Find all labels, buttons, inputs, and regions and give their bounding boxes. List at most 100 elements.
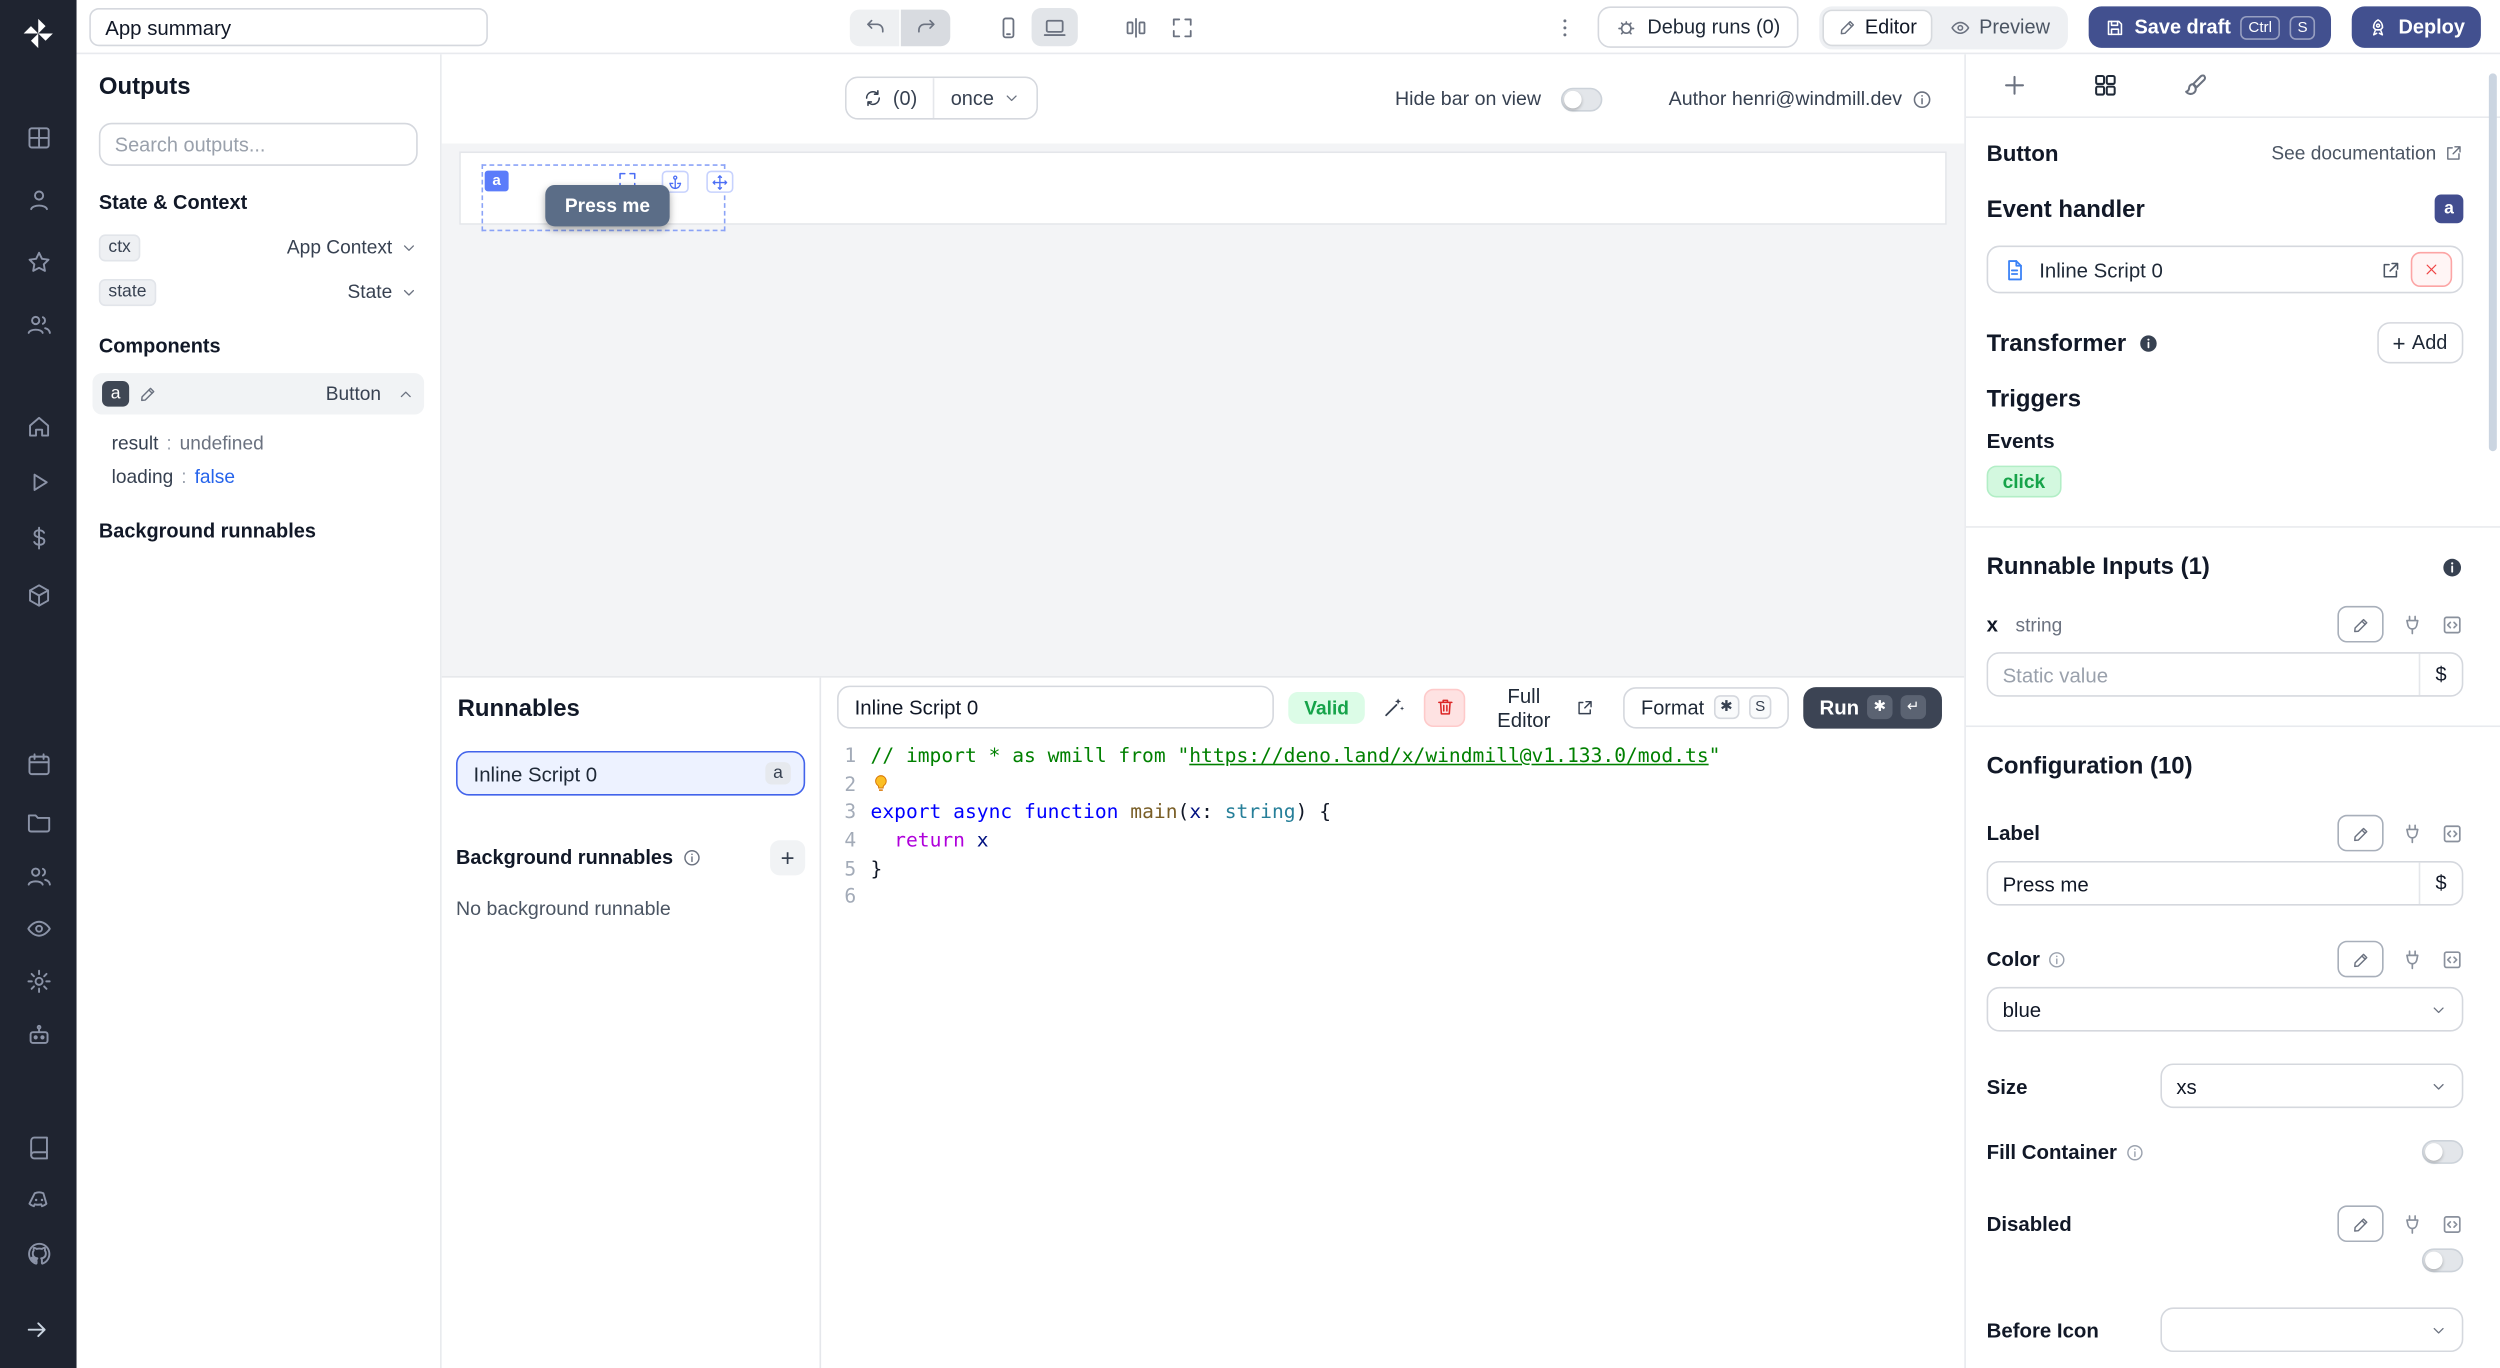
- format-label: Format: [1641, 696, 1704, 718]
- chevron-down-icon[interactable]: [400, 238, 418, 256]
- rename-component-icon[interactable]: [139, 384, 158, 403]
- event-script-card[interactable]: Inline Script 0: [1987, 246, 2464, 294]
- runnable-item-inline-script-0[interactable]: Inline Script 0 a: [456, 751, 805, 796]
- format-button[interactable]: Format ✱ S: [1623, 686, 1789, 727]
- workspace-groups-icon[interactable]: [24, 861, 53, 890]
- chevron-up-icon[interactable]: [397, 385, 415, 403]
- pen-icon: [2351, 824, 2370, 843]
- external-link-icon: [2444, 143, 2463, 162]
- discord-icon[interactable]: [24, 1185, 53, 1214]
- static-value-input[interactable]: [1988, 654, 2418, 695]
- collapse-sidebar-icon[interactable]: [24, 1317, 50, 1343]
- run-button[interactable]: Run ✱ ↵: [1804, 686, 1942, 727]
- info-icon[interactable]: [2137, 332, 2158, 353]
- tab-css-styling[interactable]: [2183, 72, 2210, 99]
- color-field-title: Color: [1987, 947, 2040, 971]
- ai-assistant-button[interactable]: [1379, 692, 1409, 722]
- static-input-button[interactable]: [2337, 1205, 2383, 1242]
- refresh-frequency-select[interactable]: once: [933, 78, 1037, 118]
- open-script-icon[interactable]: [2380, 259, 2401, 280]
- info-icon[interactable]: [1912, 88, 1933, 109]
- resources-cube-icon[interactable]: [24, 580, 53, 609]
- search-outputs-input[interactable]: [99, 123, 418, 166]
- connect-input-icon[interactable]: [2401, 1213, 2423, 1235]
- label-text-input[interactable]: [1988, 863, 2418, 904]
- runs-play-icon[interactable]: [24, 467, 53, 496]
- info-icon[interactable]: [2441, 556, 2463, 578]
- refresh-app-button[interactable]: (0): [847, 78, 934, 118]
- github-icon[interactable]: [24, 1239, 53, 1268]
- schedules-calendar-icon[interactable]: [24, 749, 53, 778]
- hide-bar-toggle[interactable]: [1560, 87, 1601, 111]
- info-icon[interactable]: [683, 848, 702, 867]
- before-icon-select[interactable]: [2160, 1307, 2463, 1352]
- tab-component-settings[interactable]: [2092, 72, 2119, 99]
- workers-robot-icon[interactable]: [24, 1020, 53, 1049]
- tab-insert-component[interactable]: [2001, 72, 2028, 99]
- variables-dollar-icon[interactable]: [24, 523, 53, 552]
- deploy-button[interactable]: Deploy: [2352, 6, 2481, 47]
- template-input-icon[interactable]: [2441, 948, 2463, 970]
- audit-logs-eye-icon[interactable]: [24, 914, 53, 943]
- right-panel-scrollbar[interactable]: [2489, 73, 2497, 451]
- add-transformer-button[interactable]: +Add: [2377, 322, 2464, 363]
- delete-script-button[interactable]: [1424, 688, 1466, 726]
- move-icon: [711, 173, 729, 191]
- debug-runs-button[interactable]: Debug runs (0): [1598, 6, 1798, 47]
- template-input-icon[interactable]: [2441, 613, 2463, 635]
- undo-button[interactable]: [850, 9, 899, 46]
- apps-grid-icon[interactable]: [24, 123, 53, 152]
- kebab-icon: [1553, 15, 1577, 39]
- fullscreen-button[interactable]: [1159, 8, 1205, 46]
- lightbulb-hint-icon[interactable]: [871, 773, 892, 795]
- tab-preview[interactable]: Preview: [1936, 9, 2064, 46]
- see-documentation-link[interactable]: See documentation: [2271, 142, 2463, 164]
- center-content-button[interactable]: [1113, 8, 1159, 46]
- connect-input-icon[interactable]: [2401, 822, 2423, 844]
- runnable-label: Inline Script 0: [474, 761, 598, 785]
- tab-editor[interactable]: Editor: [1822, 9, 1933, 46]
- connect-input-icon[interactable]: [2401, 948, 2423, 970]
- info-icon[interactable]: [2125, 1142, 2144, 1161]
- app-summary-input[interactable]: [89, 8, 488, 46]
- groups-icon[interactable]: [24, 309, 53, 338]
- save-draft-button[interactable]: Save draft Ctrl S: [2088, 6, 2331, 47]
- full-editor-button[interactable]: Full Editor: [1480, 683, 1595, 731]
- grid-row[interactable]: a Press me: [459, 151, 1947, 224]
- windmill-logo-icon[interactable]: [21, 16, 56, 51]
- output-row-component-a[interactable]: a Button: [92, 373, 424, 414]
- info-icon[interactable]: [2048, 949, 2067, 968]
- settings-gear-icon[interactable]: [24, 966, 53, 995]
- app-button-component[interactable]: Press me: [545, 185, 669, 226]
- add-background-runnable-button[interactable]: +: [770, 840, 805, 875]
- app-canvas[interactable]: a Press me: [442, 143, 1965, 676]
- redo-button[interactable]: [901, 9, 950, 46]
- static-input-button[interactable]: [2337, 815, 2383, 852]
- static-input-button[interactable]: [2337, 941, 2383, 978]
- expr-toggle-button[interactable]: $: [2419, 654, 2462, 695]
- disabled-toggle[interactable]: [2422, 1248, 2463, 1272]
- output-row-ctx[interactable]: ctx App Context: [99, 230, 418, 265]
- connect-input-icon[interactable]: [2401, 613, 2423, 635]
- user-icon[interactable]: [24, 185, 53, 214]
- chevron-down-icon[interactable]: [400, 283, 418, 301]
- code-editor[interactable]: 123456 // import * as wmill from "https:…: [821, 737, 1964, 1368]
- docs-book-icon[interactable]: [24, 1132, 53, 1161]
- expr-toggle-button[interactable]: $: [2419, 863, 2462, 904]
- folders-icon[interactable]: [24, 807, 53, 836]
- fill-container-toggle[interactable]: [2422, 1140, 2463, 1164]
- static-input-button[interactable]: [2337, 606, 2383, 643]
- script-name-input[interactable]: [837, 686, 1274, 729]
- color-select[interactable]: blue: [1987, 987, 2464, 1032]
- remove-script-button[interactable]: [2411, 252, 2452, 287]
- home-icon[interactable]: [24, 411, 53, 440]
- output-row-state[interactable]: state State: [99, 274, 418, 309]
- favorites-star-icon[interactable]: [24, 247, 53, 276]
- mobile-view-button[interactable]: [985, 8, 1031, 46]
- size-select[interactable]: xs: [2160, 1063, 2463, 1108]
- desktop-view-button[interactable]: [1032, 8, 1078, 46]
- template-input-icon[interactable]: [2441, 1213, 2463, 1235]
- move-handle[interactable]: [706, 171, 733, 193]
- more-menu-button[interactable]: [1553, 15, 1577, 39]
- template-input-icon[interactable]: [2441, 822, 2463, 844]
